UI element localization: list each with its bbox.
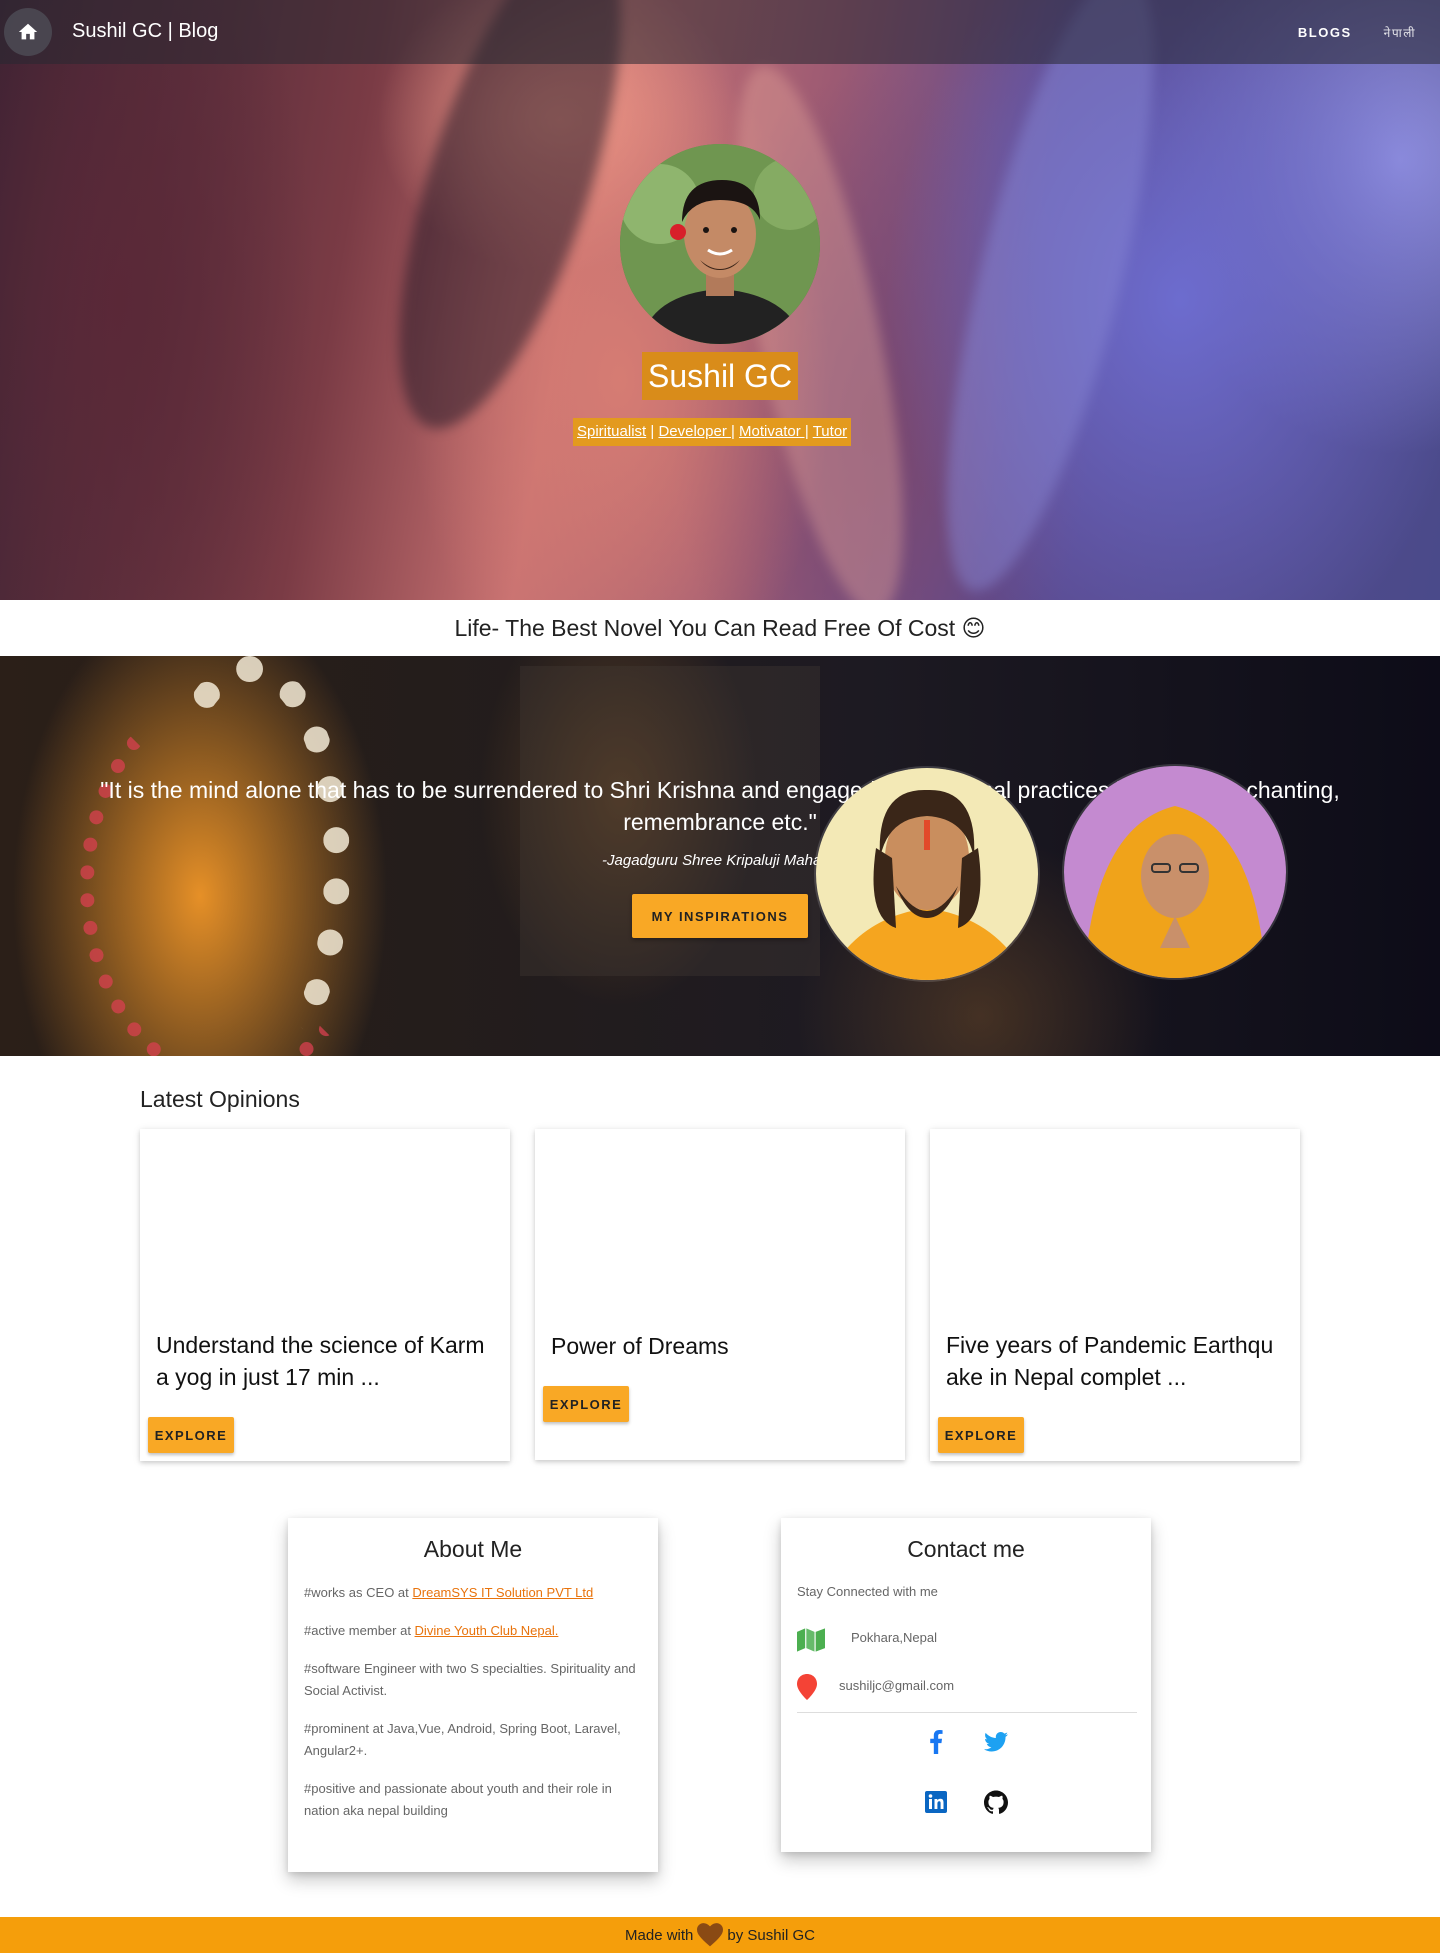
about-line-member: #active member at Divine Youth Club Nepa… (304, 1623, 559, 1638)
profile-avatar (620, 144, 820, 344)
footer-suffix: by Sushil GC (727, 1926, 815, 1944)
site-brand[interactable]: Sushil GC | Blog (72, 20, 218, 43)
contact-me-panel: Contact me Stay Connected with me Pokhar… (781, 1518, 1151, 1852)
garland-decoration (80, 686, 380, 1056)
facebook-link[interactable] (920, 1726, 952, 1758)
nav-link-blogs[interactable]: BLOGS (1298, 25, 1352, 40)
hero-background-streak (904, 0, 1196, 600)
latest-opinions-title: Latest Opinions (140, 1086, 300, 1112)
dreamsys-link[interactable]: DreamSYS IT Solution PVT Ltd (412, 1585, 593, 1600)
quote-banner: "It is the mind alone that has to be sur… (0, 656, 1440, 1056)
tagline: Life- The Best Novel You Can Read Free O… (454, 614, 986, 641)
contact-subtitle: Stay Connected with me (797, 1584, 938, 1599)
divine-youth-club-link[interactable]: Divine Youth Club Nepal. (415, 1623, 559, 1638)
inspiration-photo-2 (1064, 766, 1286, 978)
location-pin-icon (797, 1674, 817, 1700)
explore-button[interactable]: EXPLORE (938, 1417, 1024, 1453)
role-link-motivator[interactable]: Motivator | (739, 423, 809, 440)
top-navbar: Sushil GC | Blog BLOGS नेपाली (0, 0, 1440, 64)
map-icon (797, 1628, 825, 1652)
about-me-title: About Me (423, 1536, 523, 1562)
role-link-tutor[interactable]: Tutor (813, 423, 847, 440)
home-button[interactable] (4, 8, 52, 56)
role-link-developer[interactable]: Developer | (658, 423, 734, 440)
about-line-engineer: #software Engineer with two S specialtie… (304, 1661, 636, 1698)
about-line-ceo: #works as CEO at DreamSYS IT Solution PV… (304, 1585, 594, 1600)
footer-prefix: Made with (625, 1926, 694, 1944)
twitter-icon (984, 1732, 1008, 1752)
opinion-card-title: Understand the science of Karma yog in j… (156, 1332, 485, 1390)
contact-email[interactable]: sushiljc@gmail.com (839, 1678, 954, 1693)
role-separator: | (646, 423, 659, 440)
hero-name: Sushil GC (642, 352, 799, 400)
explore-button[interactable]: EXPLORE (148, 1417, 234, 1453)
contact-location: Pokhara,Nepal (851, 1630, 937, 1645)
opinion-card[interactable]: Understand the science of Karma yog in j… (140, 1129, 510, 1461)
github-icon (984, 1790, 1008, 1814)
hero-background-streak (353, 0, 667, 452)
linkedin-link[interactable] (920, 1786, 952, 1818)
opinion-card-title: Power of Dreams (551, 1333, 729, 1359)
hero-roles: Spiritualist | Developer | Motivator | T… (573, 418, 852, 446)
profile-photo (620, 144, 820, 344)
linkedin-icon (925, 1791, 947, 1813)
hero-banner: Sushil GC | Blog BLOGS नेपाली Sushil GC … (0, 0, 1440, 600)
about-line-passion: #positive and passionate about youth and… (304, 1781, 612, 1818)
github-link[interactable] (980, 1786, 1012, 1818)
my-inspirations-button[interactable]: MY INSPIRATIONS (632, 894, 808, 938)
role-link-spiritualist[interactable]: Spiritualist (577, 423, 646, 440)
about-me-panel: About Me #works as CEO at DreamSYS IT So… (288, 1518, 658, 1872)
explore-button[interactable]: EXPLORE (543, 1386, 629, 1422)
opinion-card-title: Five years of Pandemic Earthquake in Nep… (946, 1332, 1274, 1390)
opinion-card[interactable]: Power of Dreams EXPLORE (535, 1129, 905, 1460)
heart-icon (697, 1923, 724, 1947)
nav-link-nepali[interactable]: नेपाली (1384, 24, 1416, 41)
contact-me-title: Contact me (907, 1536, 1025, 1562)
inspiration-photo-1 (816, 768, 1038, 980)
facebook-icon (930, 1730, 943, 1754)
twitter-link[interactable] (980, 1726, 1012, 1758)
contact-divider (797, 1712, 1137, 1713)
home-icon (18, 23, 38, 40)
opinion-card[interactable]: Five years of Pandemic Earthquake in Nep… (930, 1129, 1300, 1461)
about-line-skills: #prominent at Java,Vue, Android, Spring … (304, 1721, 621, 1758)
footer: Made with by Sushil GC (0, 1917, 1440, 1953)
nav-links: BLOGS नेपाली (1298, 0, 1416, 64)
